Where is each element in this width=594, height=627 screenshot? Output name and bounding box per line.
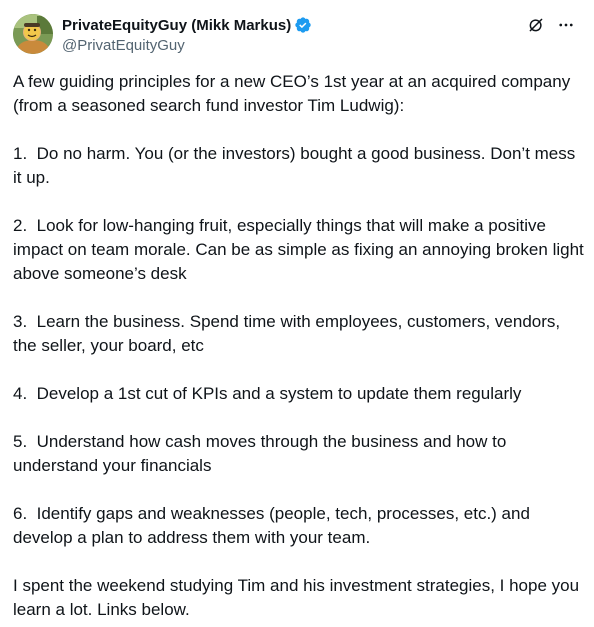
tweet-paragraph: 3. Learn the business. Spend time with e… <box>13 312 565 355</box>
tweet-header: PrivateEquityGuy (Mikk Markus) @PrivatEq… <box>13 14 583 56</box>
tweet-actions <box>527 16 575 34</box>
author-handle[interactable]: @PrivatEquityGuy <box>62 37 312 54</box>
avatar-image <box>13 14 53 54</box>
grok-icon[interactable] <box>527 16 545 34</box>
more-options-icon[interactable] <box>557 16 575 34</box>
tweet-paragraph: A few guiding principles for a new CEO’s… <box>13 72 575 115</box>
author-display-name[interactable]: PrivateEquityGuy (Mikk Markus) <box>62 17 291 34</box>
tweet: PrivateEquityGuy (Mikk Markus) @PrivatEq… <box>0 0 594 627</box>
avatar[interactable] <box>13 14 53 54</box>
author-name-row: PrivateEquityGuy (Mikk Markus) <box>62 15 312 35</box>
tweet-paragraph: 6. Identify gaps and weaknesses (people,… <box>13 504 535 547</box>
tweet-paragraph: 5. Understand how cash moves through the… <box>13 432 512 475</box>
tweet-paragraph: 2. Look for low-hanging fruit, especiall… <box>13 216 589 283</box>
verified-badge-icon[interactable] <box>294 16 312 34</box>
tweet-paragraph: 1. Do no harm. You (or the investors) bo… <box>13 144 580 187</box>
tweet-paragraph: I spent the weekend studying Tim and his… <box>13 576 584 619</box>
tweet-paragraph: 4. Develop a 1st cut of KPIs and a syste… <box>13 384 522 403</box>
tweet-text: A few guiding principles for a new CEO’s… <box>13 70 585 622</box>
author-info: PrivateEquityGuy (Mikk Markus) @PrivatEq… <box>62 15 312 54</box>
